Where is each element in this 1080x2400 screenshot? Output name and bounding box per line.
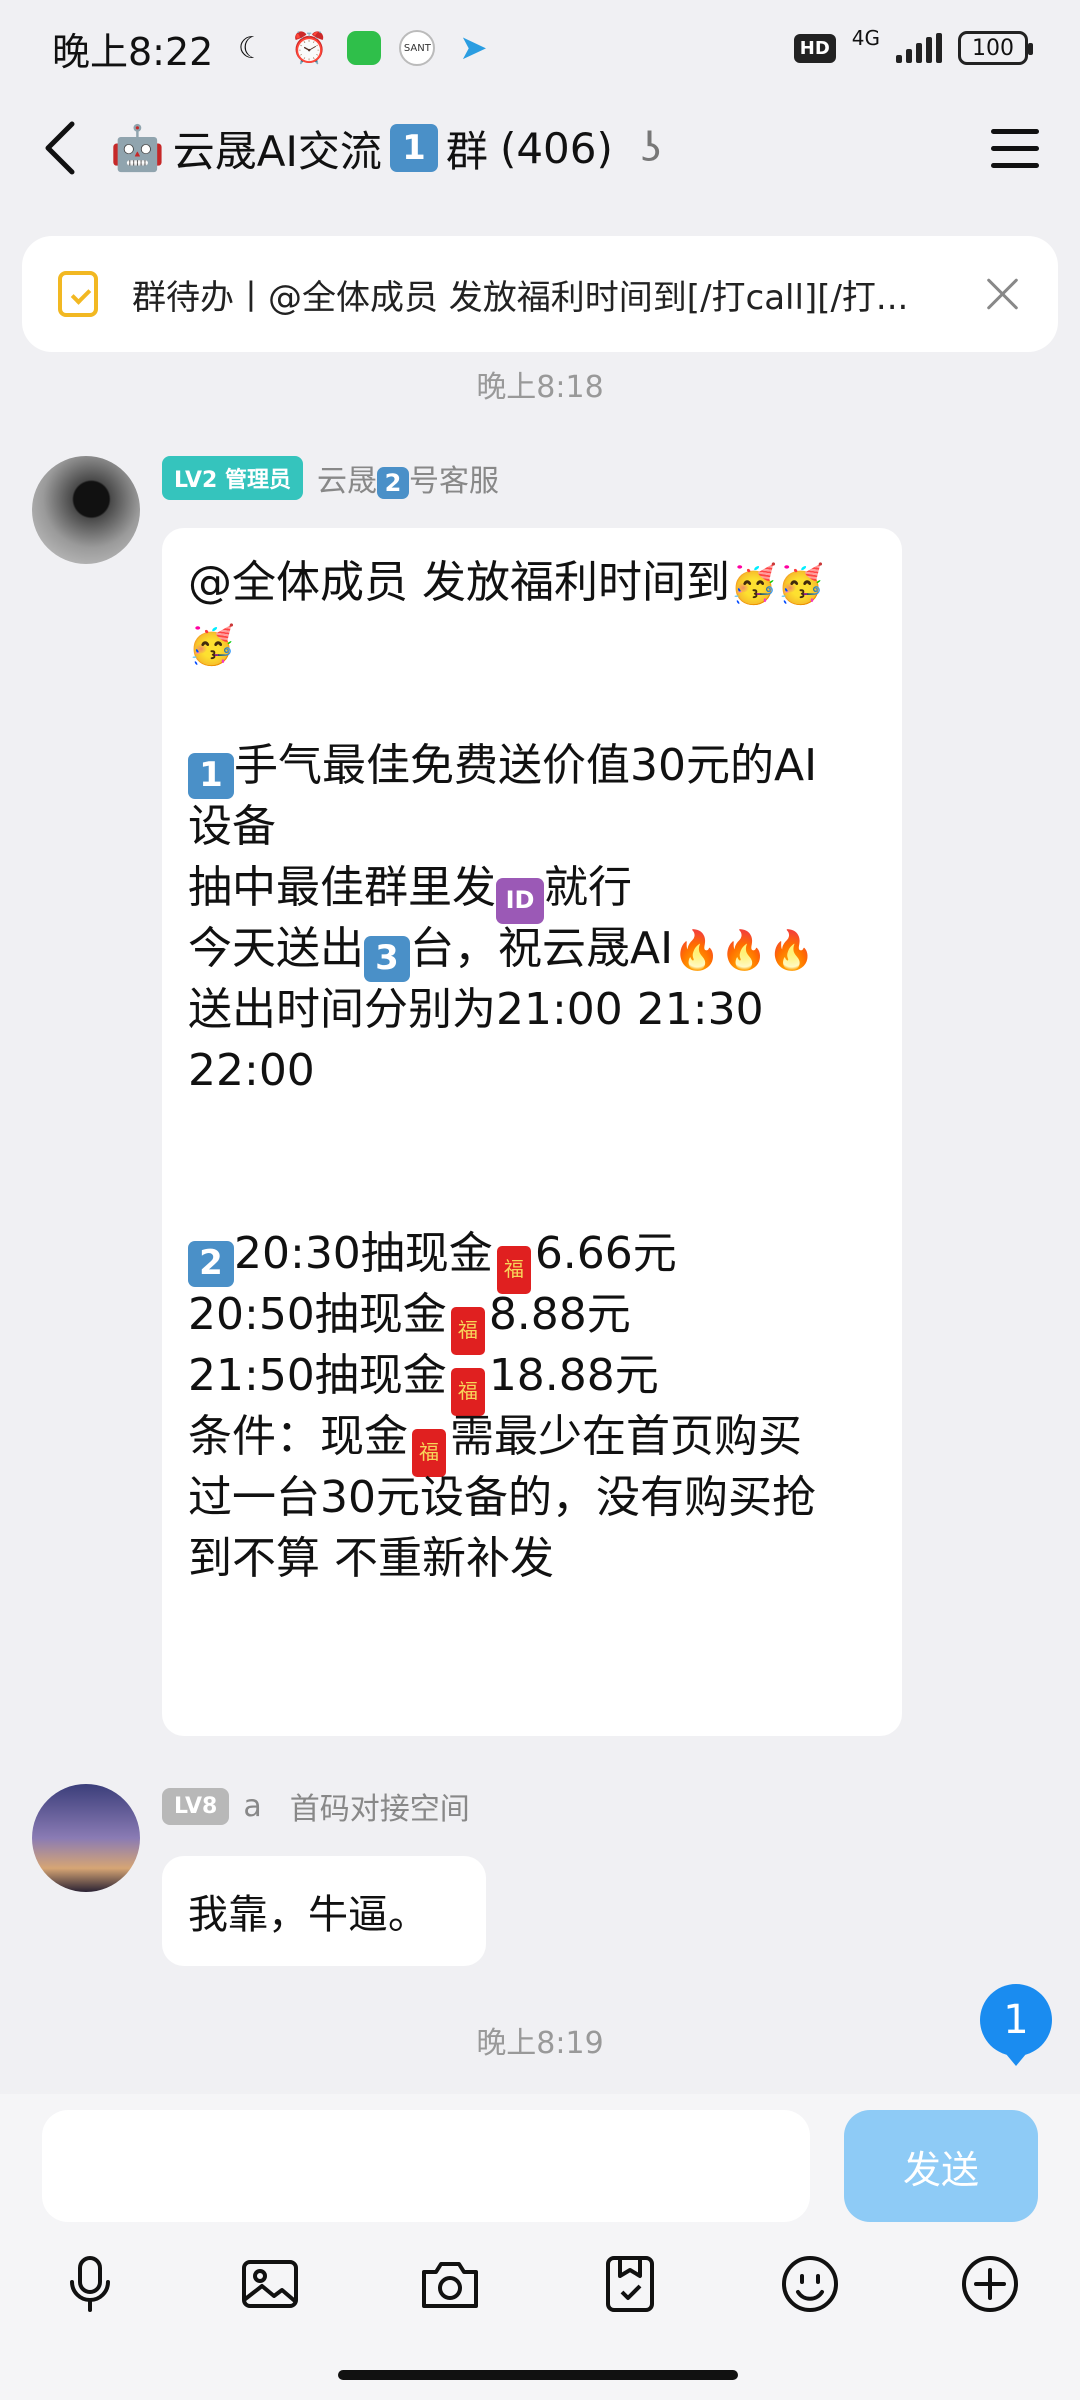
fire-icon: 🔥: [673, 928, 721, 972]
sender-info: LV2 管理员 云晟 2 号客服: [162, 456, 499, 500]
message-line: 1 手气最佳免费送价值30元的AI: [188, 735, 876, 799]
fire-icon: 🔥: [767, 928, 816, 972]
microphone-button[interactable]: [50, 2244, 130, 2324]
emoji-button[interactable]: [770, 2244, 850, 2324]
input-area: 发送: [0, 2094, 1080, 2400]
sender-title: 首码对接空间: [289, 1792, 470, 1827]
member-count: (406): [499, 123, 613, 173]
todo-text: 群待办丨@全体成员 发放福利时间到[/打call][/打...: [132, 277, 909, 318]
message-line-blank: [188, 674, 876, 735]
message-line: 送出时间分别为21:00 21:30: [188, 984, 764, 1035]
message-line: 21:50抽现金福 18.88元: [188, 1345, 876, 1416]
plus-button[interactable]: [950, 2244, 1030, 2324]
group-name-suffix: 群: [445, 126, 488, 176]
message-line-blank: [188, 1162, 876, 1223]
message-bubble[interactable]: @全体成员 发放福利时间到🥳🥳 🥳 1 手气最佳免费送价值30元的AI 设备 抽中…: [162, 528, 902, 1736]
keycap-one-icon: 1: [389, 124, 438, 172]
group-todo-banner[interactable]: 群待办丨@全体成员 发放福利时间到[/打call][/打...: [22, 236, 1058, 352]
home-indicator[interactable]: [338, 2370, 738, 2380]
battery-icon: 100: [958, 31, 1033, 65]
menu-button[interactable]: [980, 113, 1050, 183]
back-button[interactable]: [30, 108, 90, 188]
message-timestamp: 晚上8:19: [476, 2026, 604, 2061]
message-line: 到不算 不重新补发: [188, 1533, 554, 1584]
robot-icon: 🤖: [110, 123, 165, 174]
alarm-icon: ⏰: [290, 30, 329, 66]
avatar[interactable]: [32, 1784, 140, 1892]
plus-icon: [962, 2256, 1018, 2312]
chevron-left-icon: [45, 121, 75, 175]
keycap-one-icon: 1: [188, 752, 234, 799]
message-bubble[interactable]: 我靠，牛逼。: [162, 1856, 486, 1966]
group-title[interactable]: 🤖 云晟AI交流 1 群 (406) ʖ: [110, 118, 661, 179]
signal-icon: [896, 33, 942, 63]
image-button[interactable]: [230, 2244, 310, 2324]
message-line: 过一台30元设备的，没有购买抢: [188, 1472, 816, 1523]
status-time: 晚上8:22: [52, 29, 214, 74]
hd-icon: HD: [793, 33, 836, 63]
wechat-notification-icon: [347, 31, 382, 65]
message-line: 🥳: [188, 613, 876, 674]
network-type: 4G: [851, 26, 880, 50]
camera-icon: [422, 2262, 478, 2308]
todo-check-icon: [58, 271, 98, 317]
telegram-notification-icon: ➤: [459, 28, 488, 68]
sender-name[interactable]: 云晟 2 号客服: [317, 456, 499, 500]
message-line-blank: [188, 1101, 876, 1162]
earpiece-icon: ʖ: [640, 125, 662, 171]
message-line: 条件：现金福需最少在首页购买: [188, 1406, 876, 1477]
party-face-icon: 🥳: [188, 623, 236, 667]
party-face-icon: 🥳: [730, 562, 778, 606]
party-face-icon: 🥳: [777, 562, 825, 606]
message-timestamp: 晚上8:18: [476, 370, 604, 405]
id-icon: ID: [496, 877, 544, 924]
sticker-icon: [606, 2256, 654, 2312]
microphone-icon: [70, 2256, 110, 2312]
moon-icon: ☾: [237, 30, 265, 66]
sender-name[interactable]: a: [243, 1789, 261, 1824]
keycap-two-icon: 2: [376, 467, 409, 499]
message-line: 设备: [188, 801, 276, 852]
message-line: 22:00: [188, 1045, 315, 1096]
app-notification-icon: SANT: [399, 30, 436, 66]
input-toolbar: [0, 2244, 1080, 2344]
sender-info: LV8 a 首码对接空间: [162, 1784, 470, 1828]
keycap-three-icon: 3: [364, 935, 410, 982]
sticker-button[interactable]: [590, 2244, 670, 2324]
fire-icon: 🔥: [720, 928, 768, 972]
admin-level-badge: LV2 管理员: [162, 456, 303, 500]
camera-button[interactable]: [410, 2244, 490, 2324]
unread-count-badge[interactable]: 1: [980, 1984, 1052, 2066]
keycap-two-icon: 2: [188, 1240, 234, 1287]
chat-header: 🤖 云晟AI交流 1 群 (406) ʖ: [0, 96, 1080, 200]
status-bar: 晚上8:22 ☾ ⏰ SANT ➤ HD 4G 100: [0, 0, 1080, 96]
avatar[interactable]: [32, 456, 140, 564]
message-line: 20:50抽现金福 8.88元: [188, 1284, 876, 1355]
message-input[interactable]: [42, 2110, 810, 2222]
send-button[interactable]: 发送: [844, 2110, 1038, 2222]
emoji-icon: [782, 2256, 838, 2312]
message-line: @全体成员 发放福利时间到🥳🥳: [188, 557, 825, 608]
level-badge: LV8: [162, 1787, 230, 1825]
chat-screen: 晚上8:22 ☾ ⏰ SANT ➤ HD 4G 100 🤖 云晟AI交流 1 群…: [0, 0, 1080, 2400]
image-icon: [242, 2260, 298, 2308]
close-icon[interactable]: [978, 269, 1028, 319]
message-line: 抽中最佳群里发 ID 就行: [188, 857, 876, 924]
message-line: 今天送出 3 台，祝云晟AI🔥🔥🔥: [188, 918, 876, 982]
message-line: 2 20:30抽现金福 6.66元: [188, 1223, 876, 1294]
group-name-prefix: 云晟AI交流: [172, 126, 382, 176]
